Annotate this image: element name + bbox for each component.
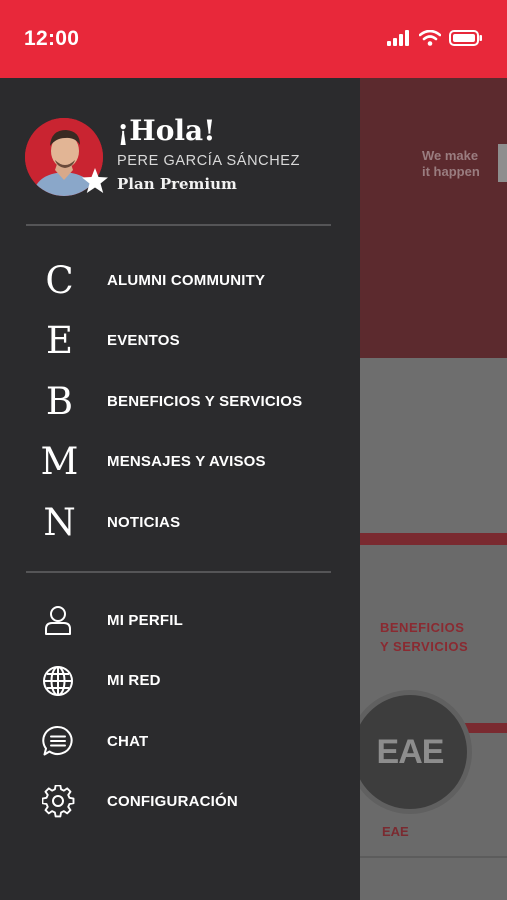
gear-icon <box>42 784 75 818</box>
plan-label: Plan Premium <box>117 175 237 193</box>
menu-item-mi-perfil[interactable]: MI PERFIL <box>0 590 360 651</box>
menu-item-noticias[interactable]: N NOTICIAS <box>0 492 360 553</box>
letter-n-icon: N <box>43 500 76 544</box>
main-menu: C ALUMNI COMMUNITY E EVENTOS B BENEFICIO… <box>0 250 360 553</box>
letter-c-icon: C <box>45 258 74 302</box>
menu-item-label: MENSAJES Y AVISOS <box>107 453 266 471</box>
menu-item-label: NOTICIAS <box>107 513 181 531</box>
menu-item-label: ALUMNI COMMUNITY <box>107 271 266 289</box>
menu-item-mi-red[interactable]: MI RED <box>0 651 360 712</box>
menu-item-label: EVENTOS <box>107 332 180 350</box>
signal-icon <box>387 30 409 46</box>
menu-item-label: CONFIGURACIÓN <box>107 793 238 811</box>
divider <box>26 224 331 226</box>
chat-icon <box>42 726 73 756</box>
globe-icon <box>43 665 73 696</box>
menu-item-alumni-community[interactable]: C ALUMNI COMMUNITY <box>0 250 360 311</box>
menu-item-eventos[interactable]: E EVENTOS <box>0 311 360 372</box>
status-icons <box>387 30 483 46</box>
user-icon <box>45 606 71 636</box>
background-hero <box>360 78 507 358</box>
navigation-drawer: ¡Hola! PERE GARCÍA SÁNCHEZ Plan Premium … <box>0 78 360 900</box>
background-panel <box>360 358 507 533</box>
menu-item-chat[interactable]: CHAT <box>0 711 360 772</box>
battery-icon <box>449 30 482 46</box>
status-time: 12:00 <box>24 27 80 50</box>
menu-item-label: CHAT <box>107 732 149 750</box>
letter-b-icon: B <box>45 379 74 423</box>
wifi-icon <box>419 30 441 46</box>
menu-item-label: MI RED <box>107 672 161 690</box>
secondary-menu: MI PERFIL MI RED CHAT CONFIGURACIÓN <box>0 590 360 832</box>
status-bar: 12:00 <box>0 0 507 78</box>
premium-star-icon <box>82 168 108 193</box>
menu-item-beneficios[interactable]: B BENEFICIOS Y SERVICIOS <box>0 371 360 432</box>
background-tag-bar <box>498 144 507 182</box>
background-accent-line <box>360 533 507 545</box>
letter-e-icon: E <box>45 319 73 363</box>
background-eae-label: EAE <box>382 824 409 839</box>
greeting: ¡Hola! <box>117 114 216 147</box>
background-tagline: We make it happen <box>422 148 480 179</box>
user-name: PERE GARCÍA SÁNCHEZ <box>117 153 301 169</box>
background-benefits-label: BENEFICIOS Y SERVICIOS <box>380 620 469 654</box>
menu-item-label: BENEFICIOS Y SERVICIOS <box>107 392 303 410</box>
background-divider <box>360 856 507 858</box>
menu-item-configuracion[interactable]: CONFIGURACIÓN <box>0 772 360 833</box>
divider <box>26 571 331 573</box>
background-screen[interactable]: We make it happen BENEFICIOS Y SERVICIOS… <box>360 78 507 900</box>
menu-item-mensajes[interactable]: M MENSAJES Y AVISOS <box>0 432 360 493</box>
letter-m-icon: M <box>40 440 79 484</box>
menu-item-label: MI PERFIL <box>107 611 183 629</box>
